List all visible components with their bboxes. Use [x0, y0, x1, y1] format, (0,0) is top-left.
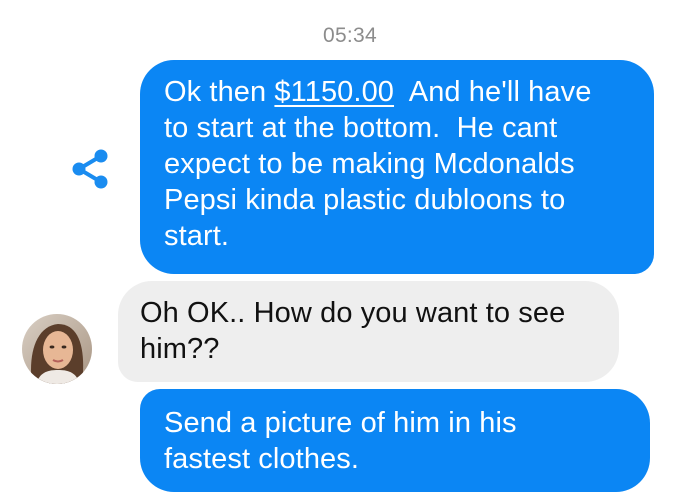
message-line: Pepsi kinda plastic dubloons to — [164, 184, 566, 216]
contact-avatar[interactable] — [22, 314, 92, 384]
message-line: him?? — [140, 333, 220, 365]
message-text: And he'll have — [394, 76, 592, 108]
message-line: start. — [164, 220, 230, 252]
incoming-message-bubble[interactable]: Oh OK.. How do you want to see him?? — [118, 281, 619, 382]
amount-link[interactable]: $1150.00 — [274, 76, 394, 108]
message-line: Send a picture of him in his — [164, 407, 517, 439]
outgoing-message-bubble[interactable]: Send a picture of him in his fastest clo… — [140, 389, 650, 492]
message-line: Oh OK.. How do you want to see — [140, 297, 566, 329]
chat-thread: 05:34 Ok then $1150.00 And he'll have to… — [0, 0, 700, 503]
message-line: Ok then $1150.00 And he'll have — [164, 74, 634, 110]
outgoing-message-bubble[interactable]: Ok then $1150.00 And he'll have to start… — [140, 60, 654, 274]
message-line: to start at the bottom. He cant — [164, 112, 558, 144]
message-timestamp: 05:34 — [322, 24, 378, 47]
share-icon[interactable] — [70, 147, 112, 191]
message-text: Ok then — [164, 76, 275, 108]
message-line: fastest clothes. — [164, 443, 360, 475]
message-line: expect to be making Mcdonalds — [164, 148, 575, 180]
